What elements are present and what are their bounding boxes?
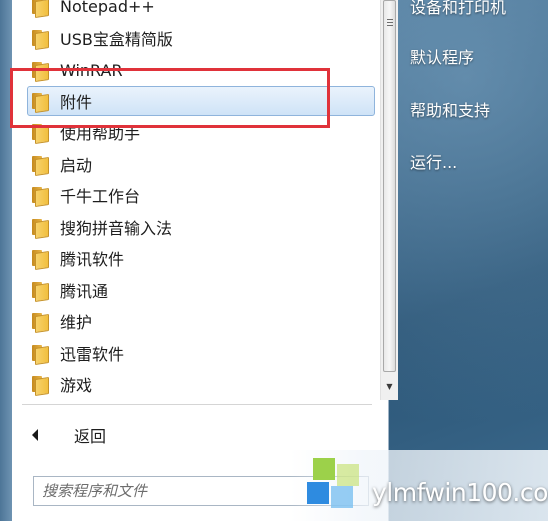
start-menu-left-panel: Notepad++ USB宝盒精简版 WinRAR 附件 使用帮助手 启动 千牛… (12, 0, 398, 521)
scrollbar-thumb[interactable] (383, 0, 396, 372)
program-item-maintenance[interactable]: 维护 (28, 307, 374, 335)
back-label: 返回 (74, 427, 107, 446)
folder-icon (32, 281, 49, 302)
folder-icon (32, 218, 49, 239)
program-label: 启动 (60, 156, 93, 175)
program-item-startup[interactable]: 启动 (28, 150, 374, 178)
program-label: 维护 (60, 313, 93, 332)
program-label: 千牛工作台 (60, 187, 141, 206)
grip-icon (387, 19, 393, 26)
program-label: 附件 (60, 93, 93, 112)
devices-and-printers-link[interactable]: 设备和打印机 (410, 0, 506, 18)
folder-icon (32, 123, 49, 144)
program-label: 使用帮助手 (60, 124, 141, 143)
folder-icon (32, 344, 49, 365)
program-item-sogou[interactable]: 搜狗拼音输入法 (28, 213, 374, 241)
help-and-support-link[interactable]: 帮助和支持 (410, 97, 490, 121)
program-label: USB宝盒精简版 (60, 30, 173, 49)
program-list: Notepad++ USB宝盒精简版 WinRAR 附件 使用帮助手 启动 千牛… (24, 0, 380, 400)
program-item-winrar[interactable]: WinRAR (28, 56, 374, 84)
program-item-notepadpp[interactable]: Notepad++ (28, 0, 374, 20)
folder-icon (32, 29, 49, 50)
folder-icon (32, 312, 49, 333)
program-label: 腾讯通 (60, 282, 109, 301)
program-label: 搜狗拼音输入法 (60, 219, 173, 238)
folder-icon (32, 0, 49, 18)
program-label: 游戏 (60, 376, 93, 395)
default-programs-link[interactable]: 默认程序 (410, 44, 474, 68)
program-label: Notepad++ (60, 0, 155, 16)
start-menu-edge (0, 0, 12, 521)
folder-icon (32, 186, 49, 207)
program-item-games[interactable]: 游戏 (28, 370, 374, 398)
program-item-qianniu[interactable]: 千牛工作台 (28, 181, 374, 209)
program-item-help[interactable]: 使用帮助手 (28, 118, 374, 146)
watermark-logo-icon (303, 458, 363, 518)
program-item-usb[interactable]: USB宝盒精简版 (28, 24, 374, 52)
program-item-tencent[interactable]: 腾讯软件 (28, 244, 374, 272)
back-arrow-icon (32, 429, 38, 441)
folder-icon (32, 155, 49, 176)
program-item-thunder[interactable]: 迅雷软件 (28, 339, 374, 367)
folder-icon (32, 92, 49, 113)
scroll-down-arrow-icon[interactable]: ▼ (381, 376, 398, 396)
watermark-text: ylmfwin100.com (372, 478, 548, 507)
program-list-scrollbar[interactable]: ▼ (380, 0, 398, 400)
program-label: 迅雷软件 (60, 345, 125, 364)
folder-icon (32, 249, 49, 270)
program-label: WinRAR (60, 60, 123, 80)
divider (22, 404, 372, 405)
program-label: 腾讯软件 (60, 250, 125, 269)
back-button[interactable]: 返回 (24, 420, 164, 450)
program-item-accessories[interactable]: 附件 (27, 86, 375, 116)
folder-icon (32, 61, 49, 82)
folder-icon (32, 375, 49, 396)
run-link[interactable]: 运行... (410, 149, 457, 173)
program-item-rtx[interactable]: 腾讯通 (28, 276, 374, 304)
